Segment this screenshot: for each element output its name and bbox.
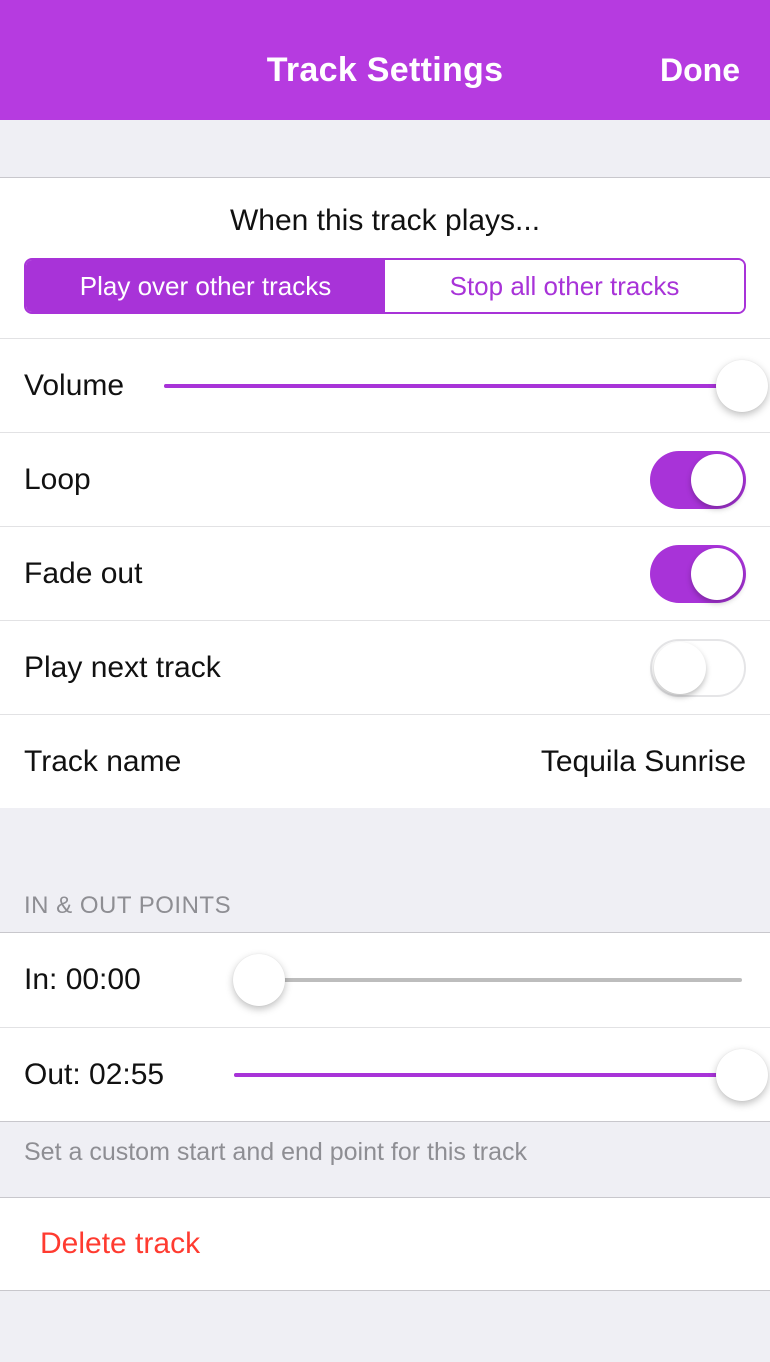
in-out-section: In: 00:00 Out: 02:55: [0, 932, 770, 1122]
in-point-slider-thumb[interactable]: [233, 954, 285, 1006]
volume-slider[interactable]: [164, 384, 742, 388]
track-name-row[interactable]: Track name Tequila Sunrise: [0, 714, 770, 808]
loop-label: Loop: [24, 463, 91, 497]
done-button[interactable]: Done: [660, 52, 740, 89]
segment-stop-all[interactable]: Stop all other tracks: [385, 260, 744, 312]
out-point-row: Out: 02:55: [0, 1027, 770, 1121]
play-mode-segmented[interactable]: Play over other tracks Stop all other tr…: [24, 258, 746, 314]
play-next-toggle[interactable]: [650, 639, 746, 697]
loop-toggle[interactable]: [650, 451, 746, 509]
in-point-row: In: 00:00: [0, 933, 770, 1027]
in-point-slider[interactable]: [234, 978, 742, 982]
fade-out-toggle[interactable]: [650, 545, 746, 603]
volume-label: Volume: [24, 369, 124, 403]
in-point-label: In: 00:00: [24, 963, 194, 997]
section-gap: [0, 808, 770, 878]
delete-track-button[interactable]: Delete track: [0, 1197, 770, 1291]
volume-slider-thumb[interactable]: [716, 360, 768, 412]
fade-out-label: Fade out: [24, 557, 142, 591]
in-out-header: IN & OUT POINTS: [0, 878, 770, 932]
in-out-note: Set a custom start and end point for thi…: [0, 1122, 770, 1197]
play-mode-section: When this track plays... Play over other…: [0, 178, 770, 808]
loop-row: Loop: [0, 432, 770, 526]
top-spacer: [0, 120, 770, 178]
track-name-value: Tequila Sunrise: [201, 745, 746, 779]
fade-out-row: Fade out: [0, 526, 770, 620]
navbar: Track Settings Done: [0, 0, 770, 120]
play-next-label: Play next track: [24, 651, 221, 685]
volume-row: Volume: [0, 338, 770, 432]
play-next-row: Play next track: [0, 620, 770, 714]
track-name-label: Track name: [24, 745, 181, 779]
out-point-label: Out: 02:55: [24, 1058, 194, 1092]
out-point-slider-thumb[interactable]: [716, 1049, 768, 1101]
page-title: Track Settings: [267, 51, 504, 90]
out-point-slider[interactable]: [234, 1073, 742, 1077]
segment-play-over[interactable]: Play over other tracks: [26, 260, 385, 312]
play-mode-heading: When this track plays...: [0, 178, 770, 258]
